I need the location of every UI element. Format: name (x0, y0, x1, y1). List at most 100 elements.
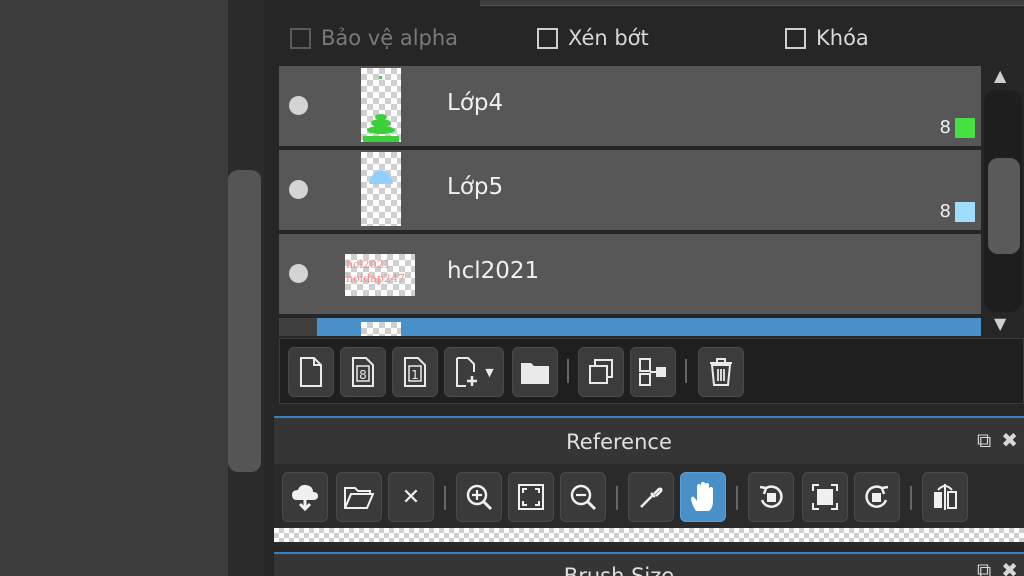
toolbar-separator (910, 486, 912, 510)
flip-horizontal-icon (934, 484, 957, 510)
scroll-handle[interactable] (988, 158, 1020, 254)
clipping-option[interactable]: Xén bớt (537, 26, 649, 50)
rotate-right-button[interactable] (854, 472, 900, 522)
layer-row[interactable]: Lớp5 8 (279, 150, 981, 230)
open-file-button[interactable] (336, 472, 382, 522)
selected-layer-highlight (317, 318, 981, 336)
merge-layer-button[interactable] (630, 347, 676, 397)
layer-panel: Bảo vệ alpha Xén bớt Khóa Lớp4 8 Lớp5 8 … (272, 0, 1024, 576)
delete-layer-button[interactable] (698, 347, 744, 397)
clipping-checkbox[interactable] (537, 27, 558, 49)
eyedropper-icon (640, 487, 663, 508)
layer-toolbar: 8 1 ▼ (279, 338, 1024, 404)
alpha-protect-label: Bảo vệ alpha (321, 26, 459, 50)
layer-name: Lớp4 (447, 90, 504, 116)
new-folder-button[interactable] (512, 347, 558, 397)
lock-checkbox[interactable] (785, 27, 806, 49)
layer-options-row: Bảo vệ alpha Xén bớt Khóa (272, 16, 1024, 60)
scroll-up-icon[interactable]: ▲ (994, 66, 1006, 85)
add-layer-dropdown-button[interactable]: ▼ (444, 347, 504, 397)
top-slider-strip[interactable] (480, 0, 1024, 6)
layer-name: Lớp5 (447, 174, 504, 200)
zoom-out-button[interactable] (560, 472, 606, 522)
hand-tool-button[interactable] (680, 472, 726, 522)
layer-color-swatch (955, 202, 975, 222)
reset-rotation-button[interactable] (802, 472, 848, 522)
toolbar-separator (444, 486, 446, 510)
add-layer-icon (456, 357, 478, 387)
flip-horizontal-button[interactable] (922, 472, 968, 522)
svg-text:8: 8 (359, 368, 367, 382)
close-icon[interactable]: ✖ (1001, 558, 1018, 576)
close-x-icon: ✕ (401, 484, 421, 510)
layer-row[interactable]: Lớp4 8 (279, 66, 981, 146)
trash-icon (710, 358, 732, 386)
visibility-toggle-icon[interactable] (289, 264, 308, 283)
clear-reference-button[interactable]: ✕ (388, 472, 434, 522)
folder-open-icon (344, 487, 374, 509)
alpha-protect-checkbox[interactable] (290, 27, 311, 49)
brush-size-panel-title: Brush Size (563, 564, 675, 576)
load-from-cloud-button[interactable] (282, 472, 328, 522)
scroll-track[interactable] (984, 90, 1022, 312)
svg-text:1: 1 (411, 368, 419, 382)
canvas-scroll-thumb[interactable] (228, 170, 261, 472)
thumbnail-text-line-2: hoidap247 (346, 272, 405, 285)
fit-to-window-button[interactable] (508, 472, 554, 522)
reference-toolbar: ✕ (274, 468, 1024, 526)
new-page-icon (300, 357, 322, 387)
rotate-left-icon (759, 485, 783, 508)
layer-list-scrollbar[interactable]: ▲ ▼ (982, 66, 1024, 336)
popout-icon[interactable]: ⧉ (977, 428, 991, 452)
lock-label: Khóa (816, 26, 869, 50)
layer-row-selected[interactable] (279, 318, 981, 336)
reset-view-icon (812, 484, 838, 510)
panel-splitter[interactable] (264, 0, 272, 576)
layer-thumbnail (361, 68, 401, 142)
hand-icon (691, 482, 713, 511)
reference-panel: Reference ⧉ ✖ ✕ (274, 416, 1024, 546)
zoom-in-button[interactable] (456, 472, 502, 522)
fit-screen-icon (518, 484, 544, 510)
layer-thumbnail (361, 322, 401, 336)
layer-row[interactable]: hcl2021 hoidap247 hcl2021 (279, 234, 981, 314)
new-layer-button[interactable] (288, 347, 334, 397)
scroll-down-icon[interactable]: ▼ (994, 314, 1006, 333)
duplicate-layer-button[interactable] (578, 347, 624, 397)
layer-bit-depth: 8 (939, 201, 951, 222)
canvas-vertical-scrollbar[interactable] (228, 0, 264, 576)
cloud-download-icon (292, 484, 318, 512)
lock-option[interactable]: Khóa (785, 26, 869, 50)
visibility-toggle-icon[interactable] (289, 96, 308, 115)
toolbar-separator (567, 359, 569, 383)
folder-icon (521, 363, 549, 384)
close-icon[interactable]: ✖ (1001, 428, 1018, 452)
layer-bit-depth: 8 (939, 117, 951, 138)
thumbnail-text-line-1: hcl2021 (346, 258, 391, 271)
new-8bit-layer-button[interactable]: 8 (340, 347, 386, 397)
layer-list: Lớp4 8 Lớp5 8 hcl2021 hoidap247 hcl2021 (279, 66, 981, 336)
merge-down-icon (639, 358, 666, 386)
toolbar-separator (685, 359, 687, 383)
eyedropper-button[interactable] (628, 472, 674, 522)
reference-image-area[interactable] (274, 528, 1024, 542)
layer-color-swatch (955, 118, 975, 138)
popout-icon[interactable]: ⧉ (977, 558, 991, 576)
canvas-area[interactable] (0, 0, 228, 576)
layer-name: hcl2021 (447, 258, 540, 284)
visibility-toggle-icon[interactable] (289, 180, 308, 199)
toolbar-separator (616, 486, 618, 510)
alpha-protect-option[interactable]: Bảo vệ alpha (290, 26, 458, 50)
toolbar-separator (736, 486, 738, 510)
zoom-out-icon (570, 484, 597, 511)
zoom-in-icon (466, 484, 493, 511)
layer-8bit-icon: 8 (352, 357, 374, 387)
rotate-left-button[interactable] (748, 472, 794, 522)
clipping-label: Xén bớt (568, 26, 649, 50)
layer-thumbnail: hcl2021 hoidap247 (345, 254, 415, 296)
new-1bit-layer-button[interactable]: 1 (392, 347, 438, 397)
duplicate-icon (589, 359, 613, 384)
chevron-down-icon: ▼ (485, 365, 494, 379)
layer-1bit-icon: 1 (404, 357, 426, 387)
reference-panel-title: Reference (566, 430, 672, 454)
